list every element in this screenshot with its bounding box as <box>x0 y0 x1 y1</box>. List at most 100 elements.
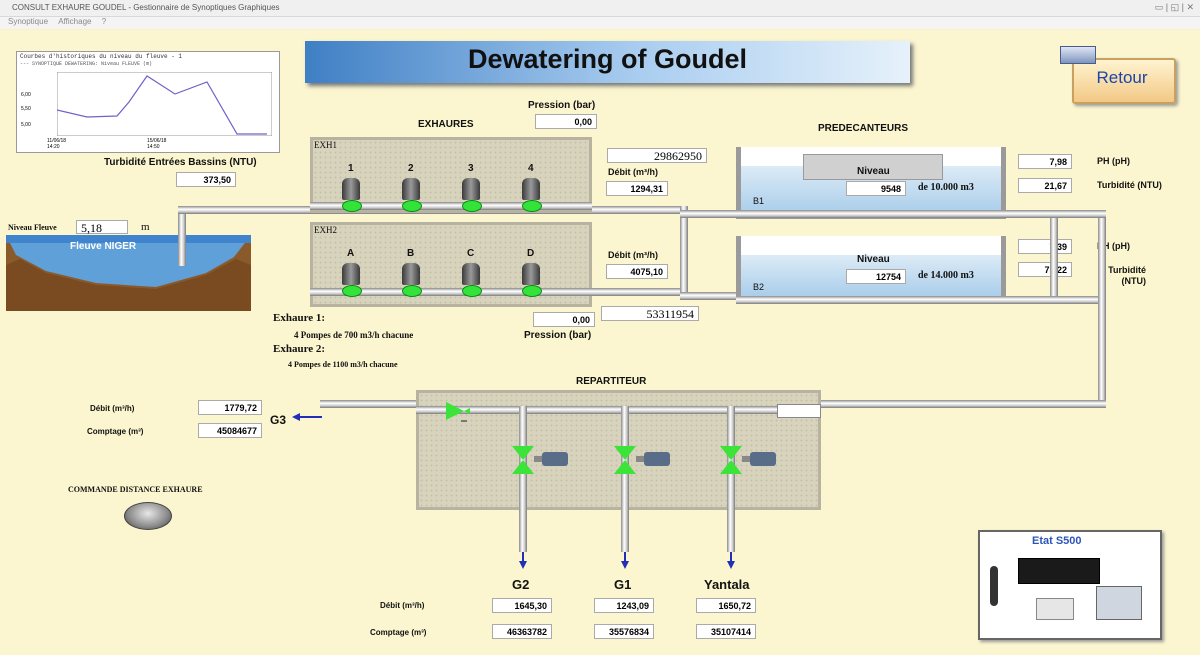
pump-body <box>342 263 360 285</box>
pression-top-label: Pression (bar) <box>528 100 596 111</box>
exh2-debit-value: 4075,10 <box>606 264 668 279</box>
pipe <box>1050 210 1106 218</box>
menu-synoptique[interactable]: Synoptique <box>8 17 48 26</box>
pump-exh2-c[interactable] <box>460 263 482 297</box>
g1-name: G1 <box>614 577 632 592</box>
commande-button[interactable] <box>124 502 172 530</box>
pump-body <box>522 263 540 285</box>
pump-status-led <box>462 200 482 212</box>
b1-capacity: de 10.000 m3 <box>918 182 974 193</box>
exh1-note-title: Exhaure 1: <box>273 312 326 324</box>
g3-comptage-label: Comptage (m³) <box>87 427 144 436</box>
exh2-counter: 53311954 <box>601 306 699 321</box>
trend-title: Courbes d'historiques du niveau du fleuv… <box>20 53 183 60</box>
b2-capacity: de 14.000 m3 <box>918 270 974 281</box>
b1-name: B1 <box>753 196 765 206</box>
b1-ph-label: PH (pH) <box>1097 156 1130 166</box>
exh2-debit-label: Débit (m³/h) <box>608 250 658 260</box>
exh1-counter: 29862950 <box>607 148 707 163</box>
pump-exh1-1[interactable] <box>340 178 362 212</box>
exhaures-title: EXHAURES <box>418 119 474 130</box>
pipe <box>621 406 629 552</box>
b2-niveau-value: 12754 <box>846 269 906 284</box>
g2-valve-icon[interactable] <box>510 444 572 478</box>
menu-help[interactable]: ? <box>102 17 106 26</box>
g3-arrow-head <box>292 413 300 421</box>
pump-label: 2 <box>408 163 414 174</box>
trend-ytick: 5,50 <box>21 106 31 112</box>
pump-exh1-2[interactable] <box>400 178 422 212</box>
window-controls[interactable]: ▭ | ◱ | ✕ <box>1155 2 1194 13</box>
niveau-fleuve-value: 5,18 <box>76 220 128 234</box>
window-title: CONSULT EXHAURE GOUDEL - Gestionnaire de… <box>12 3 280 12</box>
outlets-debit-label: Débit (m³/h) <box>380 601 425 610</box>
pump-label: 3 <box>468 163 474 174</box>
b2-name: B2 <box>753 282 765 292</box>
exh1-debit-value: 1294,31 <box>606 181 668 196</box>
b1-turb-label: Turbidité (NTU) <box>1097 180 1162 190</box>
exh1-note-desc: 4 Pompes de 700 m3/h chacune <box>294 330 414 340</box>
pipe <box>727 406 735 552</box>
pump-body <box>342 178 360 200</box>
pipe <box>416 406 821 414</box>
pump-exh2-a[interactable] <box>340 263 362 297</box>
pump-exh2-b[interactable] <box>400 263 422 297</box>
repartiteur-title: REPARTITEUR <box>576 376 647 387</box>
pump-label: A <box>347 248 355 259</box>
commande-label: COMMANDE DISTANCE EXHAURE <box>68 485 203 494</box>
g2-debit-value: 1645,30 <box>492 598 552 613</box>
trend-plot <box>57 72 272 136</box>
yantala-valve-icon[interactable] <box>718 444 780 478</box>
pipe <box>736 210 1058 218</box>
battery-icon <box>1036 598 1074 620</box>
g1-arrow-head <box>621 561 629 569</box>
outlets-comptage-label: Comptage (m³) <box>370 628 427 637</box>
g3-valve-icon[interactable] <box>444 400 470 422</box>
b1-niveau-value: 9548 <box>846 181 906 196</box>
pression-bottom-label: Pression (bar) <box>524 330 592 341</box>
exh1-name: EXH1 <box>314 140 337 150</box>
controller-icon <box>1018 558 1100 584</box>
g1-debit-value: 1243,09 <box>594 598 654 613</box>
pump-status-led <box>522 200 542 212</box>
g3-name: G3 <box>270 413 287 427</box>
yantala-comptage-value: 35107414 <box>696 624 756 639</box>
computer-icon <box>1096 586 1142 620</box>
trend-chart[interactable]: Courbes d'historiques du niveau du fleuv… <box>16 51 280 153</box>
exh1-debit-label: Débit (m³/h) <box>608 167 658 177</box>
page-title: Dewatering of Goudel <box>467 44 748 74</box>
b2-turb-value: 75,22 <box>1018 262 1072 277</box>
g1-valve-icon[interactable] <box>612 444 674 478</box>
pump-status-led <box>462 285 482 297</box>
pump-body <box>402 178 420 200</box>
handset-icon <box>990 566 998 606</box>
pipe <box>519 406 527 552</box>
menu-affichage[interactable]: Affichage <box>58 17 91 26</box>
pump-exh1-4[interactable] <box>520 178 542 212</box>
g2-comptage-value: 46363782 <box>492 624 552 639</box>
pipe <box>736 296 1058 304</box>
yantala-arrow-head <box>727 561 735 569</box>
etat-s500-title: Etat S500 <box>1032 535 1082 547</box>
retour-icon <box>1060 46 1096 64</box>
pump-exh1-3[interactable] <box>460 178 482 212</box>
pump-exh2-d[interactable] <box>520 263 542 297</box>
pump-status-led <box>342 285 362 297</box>
g1-comptage-value: 35576834 <box>594 624 654 639</box>
niveau-fleuve-label: Niveau Fleuve <box>8 223 57 232</box>
trend-xtick: 11/06/18 14:20 <box>47 138 67 150</box>
turbidite-entrees-label: Turbidité Entrées Bassins (NTU) <box>104 157 257 168</box>
g3-comptage-value: 45084677 <box>198 423 262 438</box>
retour-label: Retour <box>1096 68 1148 87</box>
pipe <box>178 206 186 266</box>
yantala-debit-value: 1650,72 <box>696 598 756 613</box>
b2-niveau-label: Niveau <box>857 254 890 265</box>
b2-ph-value: 7,39 <box>1018 239 1072 254</box>
g3-arrow-icon <box>298 416 322 418</box>
exh2-note-title: Exhaure 2: <box>273 343 326 355</box>
pump-status-led <box>402 200 422 212</box>
g3-debit-value: 1779,72 <box>198 400 262 415</box>
turbidite-entrees-value: 373,50 <box>176 172 236 187</box>
synoptic-canvas: Dewatering of Goudel Retour Courbes d'hi… <box>0 30 1200 655</box>
pump-status-led <box>402 285 422 297</box>
